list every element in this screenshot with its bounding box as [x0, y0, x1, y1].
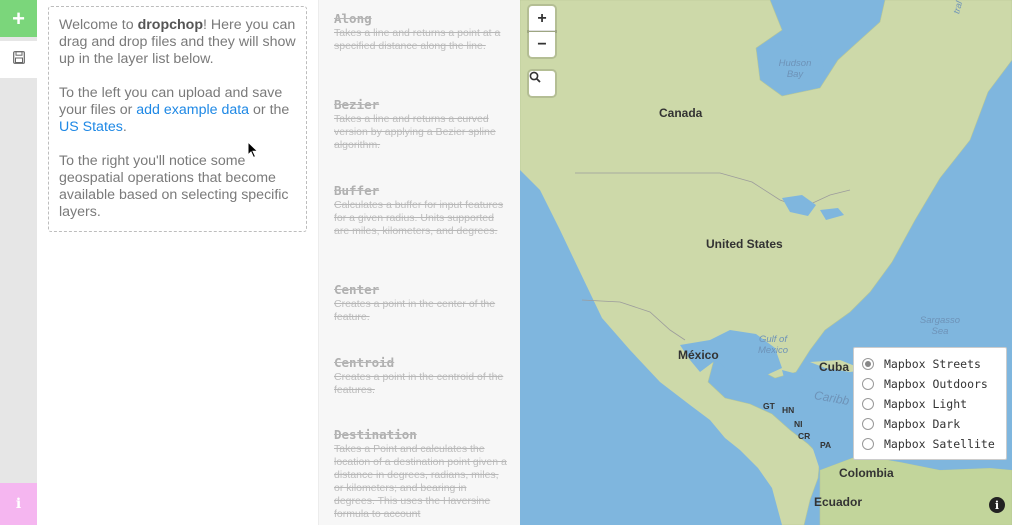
basemap-option-outdoors[interactable]: Mapbox Outdoors [854, 374, 1006, 394]
map-label-united-states: United States [706, 237, 783, 251]
map-label-gt: GT [763, 401, 775, 411]
operation-buffer[interactable]: Buffer Calculates a buffer for input fea… [334, 183, 509, 238]
radio-button[interactable] [862, 358, 874, 370]
basemap-option-satellite[interactable]: Mapbox Satellite [854, 434, 1006, 454]
map-label-sargasso-sea: Sargasso Sea [919, 315, 961, 337]
upload-add-button[interactable]: + [0, 0, 37, 37]
map-label-cuba: Cuba [819, 360, 849, 374]
welcome-text: Welcome to [59, 17, 138, 33]
map-label-hn: HN [782, 405, 795, 415]
attribution-info-button[interactable]: i [989, 497, 1005, 513]
basemap-option-streets[interactable]: Mapbox Streets [854, 354, 1006, 374]
basemap-label: Mapbox Dark [884, 417, 961, 431]
operation-description: Takes a Point and calculates the locatio… [334, 443, 507, 520]
operation-title: Centroid [334, 355, 395, 370]
operation-along[interactable]: Along Takes a line and returns a point a… [334, 11, 509, 53]
map-label-hudson-bay: Hudson Bay [778, 58, 812, 80]
upload-paragraph: To the left you can upload and save your… [59, 85, 296, 136]
basemap-label: Mapbox Outdoors [884, 377, 988, 391]
basemap-label: Mapbox Streets [884, 357, 981, 371]
left-toolbar: + i [0, 0, 37, 525]
basemap-label: Mapbox Light [884, 397, 968, 411]
mouse-cursor-icon [247, 140, 259, 164]
operation-title: Buffer [334, 183, 380, 198]
basemap-switcher: Mapbox Streets Mapbox Outdoors Mapbox Li… [853, 347, 1007, 460]
operation-description: Takes a line and returns a curved versio… [334, 113, 496, 151]
add-example-data-link[interactable]: add example data [136, 102, 249, 118]
upload-text: . [122, 119, 127, 135]
radio-button[interactable] [862, 378, 874, 390]
operation-bezier[interactable]: Bezier Takes a line and returns a curved… [334, 97, 509, 152]
us-states-link[interactable]: US States [59, 119, 123, 135]
map[interactable]: Canada United States México Cuba Colombi… [520, 0, 1012, 525]
operation-destination[interactable]: Destination Takes a Point and calculates… [334, 427, 509, 521]
operation-description: Creates a point in the center of the fea… [334, 298, 496, 323]
map-label-colombia: Colombia [839, 466, 894, 480]
map-label-canada: Canada [659, 106, 703, 120]
operation-description: Takes a line and returns a point at a sp… [334, 27, 501, 52]
radio-button[interactable] [862, 418, 874, 430]
operation-title: Center [334, 282, 380, 297]
radio-button[interactable] [862, 438, 874, 450]
operation-title: Along [334, 11, 372, 26]
save-button[interactable] [0, 41, 37, 78]
zoom-out-button[interactable]: − [529, 32, 555, 57]
operations-paragraph: To the right you'll notice some geospati… [59, 153, 289, 220]
operation-centroid[interactable]: Centroid Creates a point in the centroid… [334, 355, 509, 397]
operation-description: Calculates a buffer for input features f… [334, 199, 504, 237]
zoom-in-button[interactable]: + [529, 6, 555, 31]
operation-description: Creates a point in the centroid of the f… [334, 371, 504, 396]
operations-panel: Along Takes a line and returns a point a… [318, 0, 521, 525]
welcome-message: Welcome to dropchop! Here you can drag a… [48, 6, 307, 232]
map-label-ecuador: Ecuador [814, 495, 863, 509]
radio-button[interactable] [862, 398, 874, 410]
plus-icon: + [12, 5, 25, 31]
map-label-gulf-of-mexico: Gulf of Mexico [757, 334, 789, 356]
upload-text: or the [249, 102, 290, 118]
map-search-button[interactable] [529, 71, 555, 96]
info-button[interactable]: i [0, 483, 37, 525]
basemap-option-dark[interactable]: Mapbox Dark [854, 414, 1006, 434]
brand-name: dropchop [137, 17, 204, 33]
operation-title: Destination [334, 427, 417, 442]
map-label-mexico: México [678, 348, 719, 362]
floppy-disk-icon [12, 50, 25, 69]
info-icon: i [15, 496, 22, 512]
map-label-ni: NI [794, 419, 803, 429]
welcome-paragraph: Welcome to dropchop! Here you can drag a… [59, 17, 296, 68]
basemap-option-light[interactable]: Mapbox Light [854, 394, 1006, 414]
operation-center[interactable]: Center Creates a point in the center of … [334, 282, 509, 324]
basemap-label: Mapbox Satellite [884, 437, 995, 451]
operation-title: Bezier [334, 97, 380, 112]
map-label-pa: PA [820, 440, 832, 450]
map-label-cr: CR [798, 431, 811, 441]
layer-panel: Welcome to dropchop! Here you can drag a… [37, 0, 318, 525]
